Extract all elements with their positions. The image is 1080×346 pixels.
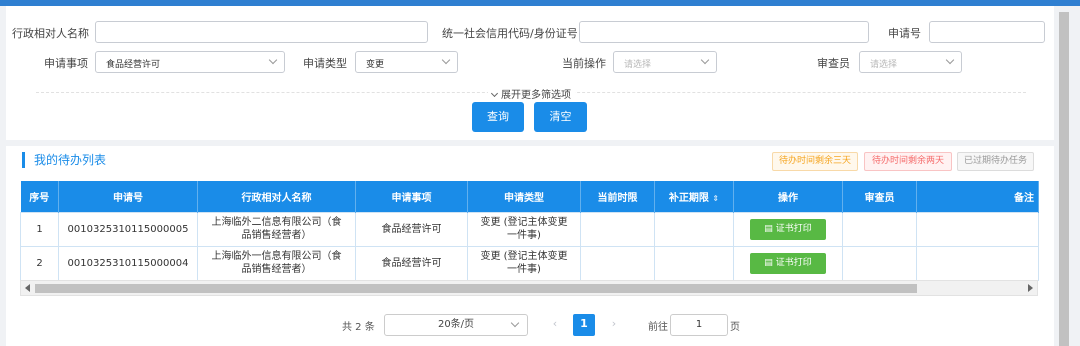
- cell-reviewer: [842, 245, 917, 281]
- query-button[interactable]: 查询: [472, 102, 524, 132]
- page-number-button[interactable]: 1: [573, 314, 595, 336]
- legend-three-days: 待办时间剩余三天: [772, 152, 858, 171]
- page-size-select[interactable]: 20条/页: [384, 314, 528, 336]
- cell-note: [916, 211, 1039, 247]
- todo-table: 序号 申请号 行政相对人名称 申请事项 申请类型 当前时限 补正期限 ⇕ 操作 …: [20, 181, 1039, 281]
- table-header-row: 序号 申请号 行政相对人名称 申请事项 申请类型 当前时限 补正期限 ⇕ 操作 …: [20, 181, 1039, 212]
- chevron-down-icon: [700, 55, 710, 65]
- next-page-button[interactable]: ›: [603, 314, 625, 336]
- type-label: 申请类型: [303, 57, 347, 70]
- print-certificate-button[interactable]: ▤ 证书打印: [750, 218, 826, 240]
- sort-icon[interactable]: ⇕: [712, 194, 719, 203]
- col-header-reviewer: 审查员: [842, 181, 917, 212]
- col-header-correction[interactable]: 补正期限 ⇕: [654, 181, 734, 212]
- cell-action: ▤ 证书打印: [733, 245, 843, 281]
- document-icon: ▤: [764, 257, 773, 268]
- cell-index: 2: [20, 245, 59, 281]
- type-select-value: 变更: [366, 60, 385, 70]
- goto-label: 前往: [648, 322, 668, 333]
- type-select[interactable]: 变更: [355, 51, 458, 73]
- page-suffix-label: 页: [730, 322, 740, 333]
- expand-filters-toggle[interactable]: 展开更多筛选项: [488, 86, 575, 101]
- table-horizontal-scrollbar[interactable]: [20, 280, 1038, 296]
- reviewer-select[interactable]: 请选择: [859, 51, 962, 73]
- table-row: 1 0010325310115000005 上海临外二信息有限公司（食品销售经营…: [20, 211, 1039, 247]
- chevron-down-icon: [268, 55, 278, 65]
- table-row: 2 0010325310115000004 上海临外一信息有限公司（食品销售经营…: [20, 245, 1039, 281]
- op-label: 当前操作: [562, 57, 606, 70]
- cell-matter: 食品经营许可: [355, 245, 468, 281]
- col-header-type: 申请类型: [467, 181, 581, 212]
- todo-list-card: 我的待办列表 待办时间剩余三天 待办时间剩余两天 已过期待办任务 序号 申请号 …: [6, 146, 1054, 346]
- print-certificate-button[interactable]: ▤ 证书打印: [750, 252, 826, 274]
- matter-label: 申请事项: [44, 57, 88, 70]
- credit-code-input[interactable]: [579, 21, 869, 43]
- app-no-input[interactable]: [929, 21, 1045, 43]
- name-label: 行政相对人名称: [12, 27, 89, 40]
- filter-panel: 行政相对人名称 统一社会信用代码/身份证号 申请号 申请事项 食品经营许可 申请…: [6, 6, 1054, 140]
- page-size-value: 20条/页: [437, 319, 475, 330]
- cell-index: 1: [20, 211, 59, 247]
- op-select[interactable]: 请选择: [613, 51, 717, 73]
- matter-select[interactable]: 食品经营许可: [95, 51, 285, 73]
- reviewer-select-placeholder: 请选择: [870, 60, 898, 70]
- cell-limit: [580, 211, 655, 247]
- op-select-placeholder: 请选择: [624, 60, 652, 70]
- credit-code-label: 统一社会信用代码/身份证号: [442, 27, 578, 40]
- scroll-right-arrow-icon[interactable]: [1028, 284, 1033, 292]
- chevron-down-icon: [441, 55, 451, 65]
- app-no-label: 申请号: [888, 27, 921, 40]
- print-certificate-label: 证书打印: [775, 223, 812, 234]
- legend-two-days: 待办时间剩余两天: [864, 152, 952, 171]
- name-input[interactable]: [95, 21, 428, 43]
- col-header-name: 行政相对人名称: [197, 181, 356, 212]
- print-certificate-label: 证书打印: [775, 257, 812, 268]
- chevron-down-icon: [510, 318, 520, 328]
- scroll-left-arrow-icon[interactable]: [25, 284, 30, 292]
- cell-name: 上海临外二信息有限公司（食品销售经营者）: [197, 211, 356, 247]
- chevron-down-icon: [490, 89, 499, 98]
- expand-filters-label: 展开更多筛选项: [501, 90, 571, 101]
- cell-action: ▤ 证书打印: [733, 211, 843, 247]
- cell-type: 变更 (登记主体变更一件事): [467, 211, 581, 247]
- matter-select-value: 食品经营许可: [106, 60, 161, 70]
- document-icon: ▤: [764, 223, 773, 234]
- vertical-scroll-thumb[interactable]: [1059, 12, 1069, 346]
- chevron-down-icon: [945, 55, 955, 65]
- prev-page-button[interactable]: ‹: [544, 314, 566, 336]
- cell-correction: [654, 245, 734, 281]
- reviewer-label: 审查员: [817, 57, 850, 70]
- cell-app-no: 0010325310115000004: [58, 245, 198, 281]
- cell-correction: [654, 211, 734, 247]
- col-header-matter: 申请事项: [355, 181, 468, 212]
- cell-name: 上海临外一信息有限公司（食品销售经营者）: [197, 245, 356, 281]
- col-header-limit: 当前时限: [580, 181, 655, 212]
- cell-note: [916, 245, 1039, 281]
- legend-expired: 已过期待办任务: [957, 152, 1034, 171]
- col-header-index: 序号: [20, 181, 59, 212]
- col-header-correction-label: 补正期限: [668, 192, 709, 204]
- horizontal-scroll-thumb[interactable]: [35, 284, 917, 293]
- cell-reviewer: [842, 211, 917, 247]
- col-header-note: 备注: [916, 181, 1039, 212]
- col-header-action: 操作: [733, 181, 843, 212]
- pagination-total: 共 2 条: [342, 322, 375, 333]
- todo-list-title: 我的待办列表: [22, 152, 106, 168]
- cell-matter: 食品经营许可: [355, 211, 468, 247]
- goto-page-input[interactable]: 1: [670, 314, 728, 336]
- page-vertical-scrollbar[interactable]: [1056, 6, 1080, 346]
- cell-app-no: 0010325310115000005: [58, 211, 198, 247]
- col-header-app-no: 申请号: [58, 181, 198, 212]
- cell-type: 变更 (登记主体变更一件事): [467, 245, 581, 281]
- cell-limit: [580, 245, 655, 281]
- clear-button[interactable]: 清空: [534, 102, 587, 132]
- col-header-note-label: 备注: [1014, 192, 1034, 204]
